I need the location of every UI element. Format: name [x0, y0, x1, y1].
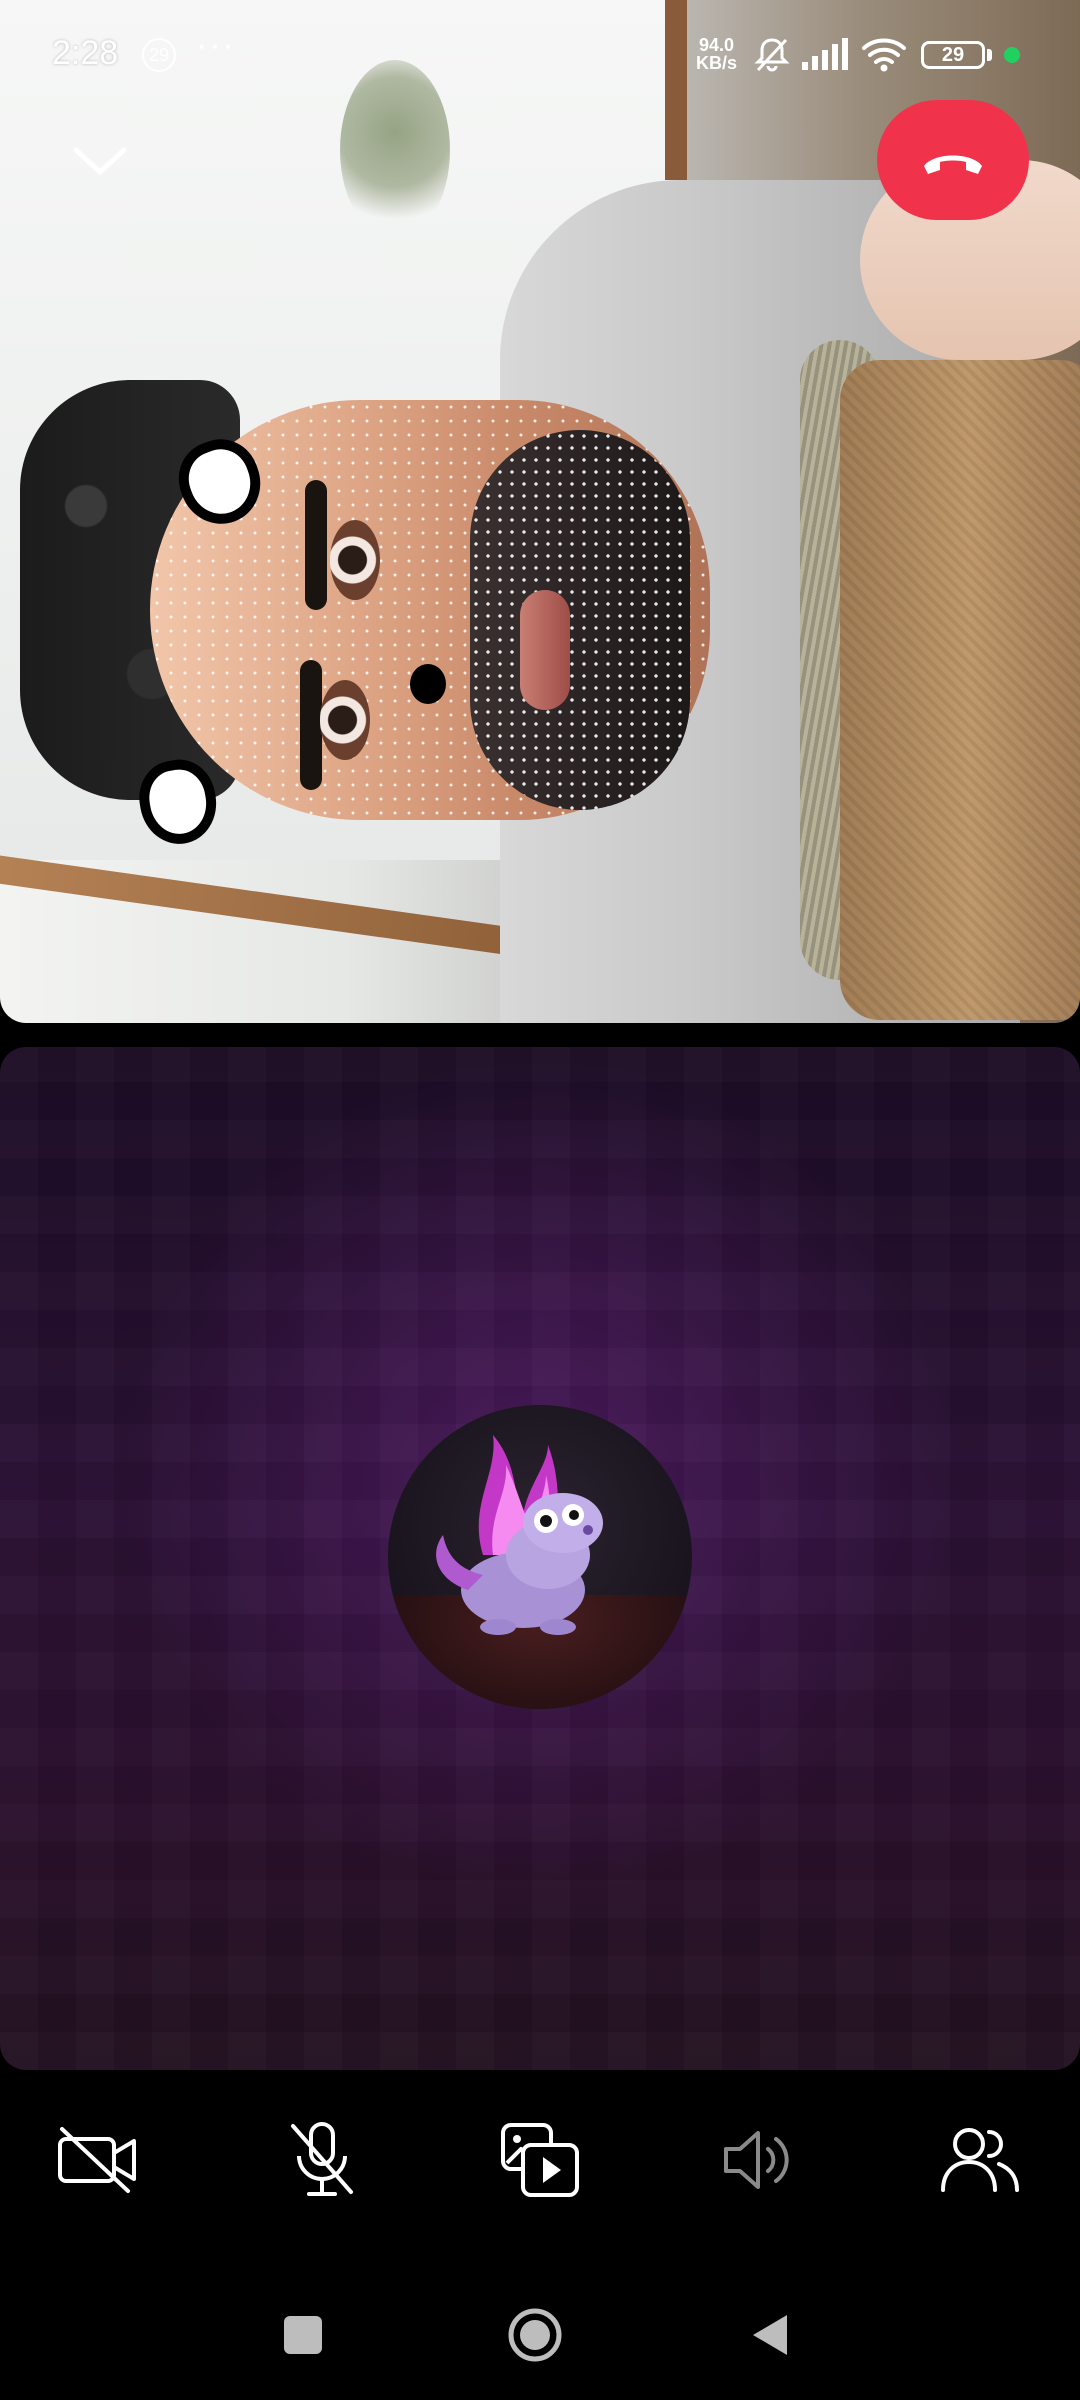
network-speed: 94.0 KB/s: [696, 36, 737, 72]
battery-tip: [987, 49, 992, 61]
video-person-eye: [320, 680, 370, 760]
network-speed-value: 94.0: [698, 35, 735, 55]
more-notifications-icon: ···: [196, 26, 236, 64]
hang-up-icon: [924, 155, 982, 174]
people-icon: [941, 2128, 1019, 2192]
status-time: 2:28: [52, 34, 119, 72]
notification-count-badge: 29: [142, 38, 176, 72]
status-bar: 2:28 29 ··· 94.0 KB/s 29: [0, 0, 1080, 110]
cell-signal-icon: [802, 38, 848, 70]
filter-nose-sticker: [410, 664, 446, 704]
minimize-call-button[interactable]: [70, 140, 130, 184]
wifi-icon: [862, 38, 906, 72]
video-person-mouth: [520, 590, 570, 710]
media-share-icon: [501, 2123, 579, 2197]
video-background-sill: [0, 850, 576, 965]
home-button[interactable]: [490, 2290, 580, 2380]
home-circle-icon: [508, 2308, 562, 2362]
square-icon: [284, 2316, 322, 2354]
speaker-button[interactable]: [710, 2110, 810, 2210]
system-navigation-bar: [0, 2290, 1080, 2380]
mute-button[interactable]: [272, 2110, 372, 2210]
call-control-bar: [0, 2110, 1080, 2210]
user-avatar: [388, 1405, 692, 1709]
silent-bell-icon: [754, 38, 790, 72]
video-person-brow: [305, 480, 327, 610]
end-call-button[interactable]: [877, 100, 1029, 220]
video-pillow: [840, 360, 1080, 1020]
video-person-eye: [330, 520, 380, 600]
local-video-tile[interactable]: [0, 1047, 1080, 2070]
network-speed-unit: KB/s: [696, 53, 738, 73]
camera-toggle-button[interactable]: [48, 2110, 148, 2210]
video-person-beard: [470, 430, 690, 810]
share-media-button[interactable]: [490, 2110, 590, 2210]
back-triangle-icon: [753, 2315, 787, 2355]
chevron-down-icon: [73, 147, 127, 175]
mic-off-icon: [291, 2122, 353, 2196]
video-person-brow: [300, 660, 322, 790]
back-button[interactable]: [724, 2290, 814, 2380]
video-off-icon: [58, 2127, 136, 2193]
recents-button[interactable]: [258, 2290, 348, 2380]
speaker-icon: [724, 2131, 789, 2189]
avatar-creature-image: [436, 1435, 603, 1635]
participants-button[interactable]: [930, 2110, 1030, 2210]
camera-in-use-indicator: [1004, 47, 1020, 63]
battery-icon: 29: [921, 41, 985, 69]
